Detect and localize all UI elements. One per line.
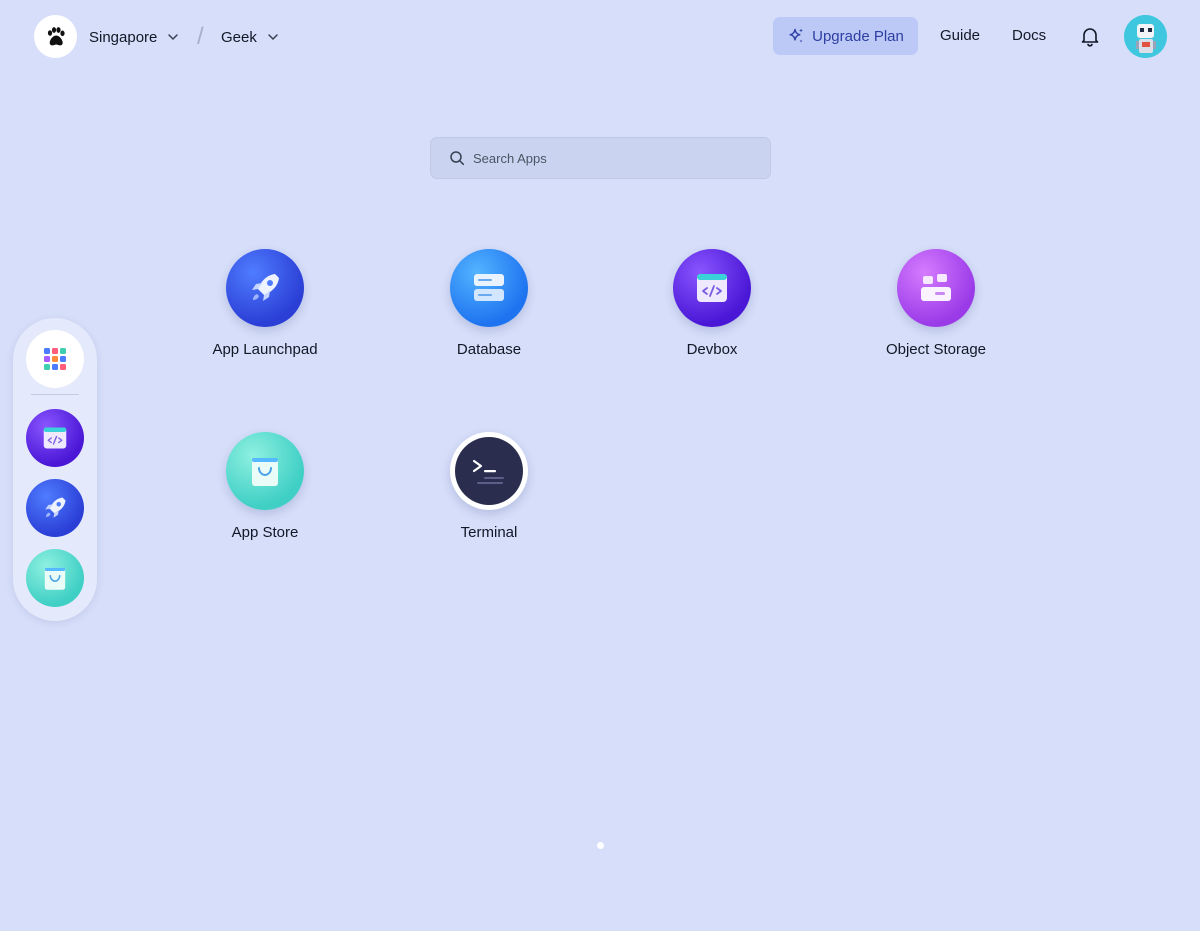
dock-item-devbox[interactable]: [26, 409, 84, 467]
search-icon: [450, 151, 465, 166]
desktop: Singapore / Geek Upgrade Plan Guide Docs: [0, 0, 1200, 931]
app-label: Devbox: [686, 341, 738, 358]
app-terminal[interactable]: Terminal: [409, 432, 569, 541]
paw-icon: [47, 26, 65, 45]
breadcrumb-separator: /: [197, 23, 204, 50]
workspace-selector[interactable]: Geek: [221, 26, 279, 48]
grid-icon: [44, 348, 66, 370]
rocket-icon: [226, 249, 304, 327]
app-database[interactable]: Database: [409, 249, 569, 358]
dock-item-all-apps[interactable]: [26, 330, 84, 388]
app-label: App Store: [231, 524, 299, 541]
upgrade-plan-label: Upgrade Plan: [812, 27, 904, 45]
top-bar: Singapore / Geek Upgrade Plan Guide Docs: [0, 0, 1200, 72]
rocket-icon: [45, 497, 66, 518]
devbox-icon: [43, 427, 67, 449]
app-object-storage[interactable]: Object Storage: [856, 249, 1016, 358]
chevron-down-icon: [168, 34, 179, 41]
bell-icon: [1081, 28, 1099, 47]
page-indicator-dot[interactable]: [597, 842, 604, 849]
upgrade-plan-button[interactable]: Upgrade Plan: [773, 17, 918, 55]
terminal-icon: [450, 432, 528, 510]
dock-divider: [31, 394, 79, 395]
object-storage-icon: [897, 249, 975, 327]
region-label: Singapore: [89, 28, 158, 46]
app-store[interactable]: App Store: [185, 432, 345, 541]
dock-item-app-launchpad[interactable]: [26, 479, 84, 537]
shopping-bag-icon: [226, 432, 304, 510]
search-bar[interactable]: [430, 137, 771, 179]
dock: [13, 318, 97, 621]
app-launchpad[interactable]: App Launchpad: [185, 249, 345, 358]
search-input[interactable]: [473, 150, 770, 166]
workspace-label: Geek: [221, 28, 257, 46]
app-label: Terminal: [460, 524, 518, 541]
robot-avatar-icon: [1124, 15, 1167, 58]
logo[interactable]: [34, 15, 77, 58]
sparkle-icon: [789, 28, 804, 43]
dock-item-app-store[interactable]: [26, 549, 84, 607]
shopping-bag-icon: [44, 567, 66, 590]
avatar[interactable]: [1124, 15, 1167, 58]
guide-link[interactable]: Guide: [940, 27, 980, 44]
region-selector[interactable]: Singapore: [89, 26, 179, 48]
docs-link[interactable]: Docs: [1012, 27, 1046, 44]
devbox-icon: [673, 249, 751, 327]
app-devbox[interactable]: Devbox: [632, 249, 792, 358]
notification-button[interactable]: [1078, 24, 1102, 48]
app-label: Database: [456, 341, 522, 358]
chevron-down-icon: [268, 34, 278, 41]
app-label: Object Storage: [885, 341, 987, 358]
app-label: App Launchpad: [212, 341, 318, 358]
database-icon: [450, 249, 528, 327]
